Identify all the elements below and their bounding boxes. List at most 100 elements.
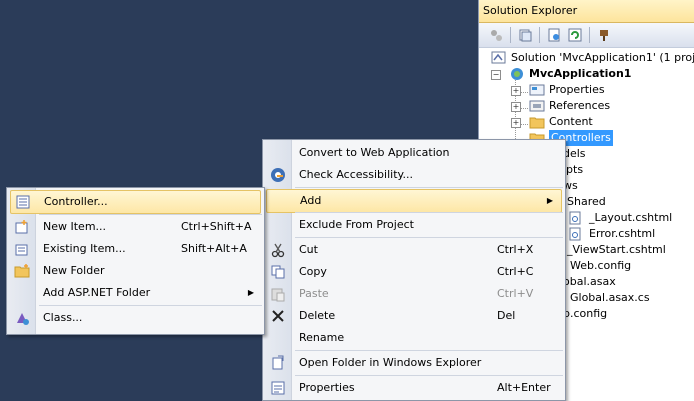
tree-node-label: Content: [549, 115, 593, 128]
menu-item-label: Paste: [299, 287, 329, 300]
expand-toggle[interactable]: +: [511, 118, 521, 128]
menu-item-label: Add ASP.NET Folder: [43, 286, 151, 299]
solution-icon: [491, 51, 507, 65]
new-folder-icon: [14, 263, 30, 279]
menu-item-label: New Item...: [43, 220, 107, 233]
menu-item-shortcut: Shift+Alt+A: [181, 242, 247, 255]
submenu-item-new-item[interactable]: New Item... Ctrl+Shift+A: [9, 216, 262, 238]
tree-node-label: Web.config: [570, 259, 632, 272]
copy-icon: [270, 264, 286, 280]
tree-node-label: References: [549, 99, 611, 112]
tree-node-global-asax-cs[interactable]: Global.asax.cs: [570, 290, 650, 306]
tree-node-global-asax[interactable]: obal.asax: [563, 274, 616, 290]
menu-item-shortcut: Del: [497, 309, 516, 322]
menu-item-convert[interactable]: Convert to Web Application: [265, 142, 563, 164]
menu-item-paste[interactable]: Paste Ctrl+V: [265, 283, 563, 305]
menu-item-exclude[interactable]: Exclude From Project: [265, 214, 563, 236]
tree-node-references[interactable]: References: [529, 98, 610, 114]
properties-icon[interactable]: [487, 26, 505, 44]
tree-node-models[interactable]: dels: [563, 146, 586, 162]
view-code-icon[interactable]: [545, 26, 563, 44]
submenu-item-existing-item[interactable]: Existing Item... Shift+Alt+A: [9, 238, 262, 260]
submenu-arrow-icon: ▶: [546, 196, 553, 205]
tree-node-project[interactable]: MvcApplication1: [509, 66, 631, 82]
tree-node-label: _ViewStart.cshtml: [567, 243, 666, 256]
tree-node-viewstart[interactable]: _ViewStart.cshtml: [567, 242, 666, 258]
tree-node-properties[interactable]: Properties: [529, 82, 605, 98]
menu-item-label: Class...: [43, 311, 83, 324]
show-all-files-icon[interactable]: [516, 26, 534, 44]
menu-item-shortcut: Ctrl+X: [497, 243, 534, 256]
cshtml-icon: [569, 211, 585, 225]
refresh-icon[interactable]: [566, 26, 584, 44]
tree-node-label: b.config: [563, 307, 608, 320]
toolbar-separator: [539, 27, 540, 43]
collapse-toggle[interactable]: −: [491, 70, 501, 80]
menu-item-rename[interactable]: Rename: [265, 327, 563, 349]
accessibility-icon: [270, 167, 286, 183]
submenu-item-class[interactable]: Class...: [9, 307, 262, 329]
menu-separator: [295, 350, 563, 351]
expand-toggle[interactable]: +: [511, 86, 521, 96]
new-item-icon: [14, 219, 30, 235]
cshtml-icon: [569, 227, 585, 241]
menu-item-label: Add: [300, 194, 322, 207]
menu-item-open-folder[interactable]: Open Folder in Windows Explorer: [265, 352, 563, 374]
properties-folder-icon: [529, 83, 545, 97]
menu-item-label: Controller...: [44, 195, 108, 208]
menu-item-copy[interactable]: Copy Ctrl+C: [265, 261, 563, 283]
menu-item-label: Copy: [299, 265, 327, 278]
tree-node-shared[interactable]: Shared: [567, 194, 606, 210]
controller-icon: [15, 194, 31, 210]
tree-node-label: dels: [563, 147, 586, 160]
menu-item-shortcut: Alt+Enter: [497, 381, 551, 394]
class-view-icon[interactable]: [595, 26, 613, 44]
tree-node-label: Shared: [567, 195, 606, 208]
tree-node-webconfig[interactable]: Web.config: [570, 258, 631, 274]
menu-item-add[interactable]: Add ▶: [266, 189, 562, 213]
tree-node-label: ipts: [563, 163, 584, 176]
submenu-item-new-folder[interactable]: New Folder: [9, 260, 262, 282]
expand-toggle[interactable]: +: [511, 102, 521, 112]
context-menu: Convert to Web Application Check Accessi…: [262, 139, 566, 401]
tree-node-label: Solution 'MvcApplication1' (1 project): [511, 51, 694, 64]
toolbar-separator: [510, 27, 511, 43]
menu-separator: [295, 187, 563, 188]
tree-node-content[interactable]: Content: [529, 114, 593, 130]
menu-item-shortcut: Ctrl+C: [497, 265, 534, 278]
class-icon: [14, 310, 30, 326]
menu-separator: [39, 305, 262, 306]
tree-node-label: Error.cshtml: [589, 227, 656, 240]
menu-separator: [295, 375, 563, 376]
menu-item-shortcut: Ctrl+Shift+A: [181, 220, 252, 233]
menu-item-properties[interactable]: Properties Alt+Enter: [265, 377, 563, 399]
tree-node-layout[interactable]: _Layout.cshtml: [569, 210, 672, 226]
menu-item-label: Open Folder in Windows Explorer: [299, 356, 482, 369]
tree-node-solution[interactable]: Solution 'MvcApplication1' (1 project): [491, 50, 694, 66]
properties-icon: [270, 380, 286, 396]
menu-item-cut[interactable]: Cut Ctrl+X: [265, 239, 563, 261]
tree-node-scripts[interactable]: ipts: [563, 162, 583, 178]
menu-separator: [295, 237, 563, 238]
paste-icon: [270, 286, 286, 302]
menu-separator: [39, 214, 262, 215]
project-icon: [509, 67, 525, 81]
submenu-item-controller[interactable]: Controller...: [10, 190, 261, 214]
tree-node-label: MvcApplication1: [529, 67, 632, 80]
folder-icon: [529, 115, 545, 129]
submenu-arrow-icon: ▶: [247, 288, 254, 297]
toolbar-separator: [589, 27, 590, 43]
menu-item-check-accessibility[interactable]: Check Accessibility...: [265, 164, 563, 186]
menu-item-label: Convert to Web Application: [299, 146, 450, 159]
menu-item-label: Properties: [299, 381, 355, 394]
tree-node-root-webconfig[interactable]: b.config: [563, 306, 607, 322]
submenu-item-add-aspnet-folder[interactable]: Add ASP.NET Folder ▶: [9, 282, 262, 304]
tree-node-label: obal.asax: [563, 275, 616, 288]
tree-node-error[interactable]: Error.cshtml: [569, 226, 655, 242]
menu-item-delete[interactable]: Delete Del: [265, 305, 563, 327]
menu-separator: [295, 212, 563, 213]
menu-item-label: New Folder: [43, 264, 105, 277]
tree-node-label: _Layout.cshtml: [589, 211, 673, 224]
solution-explorer-toolbar: [479, 23, 694, 48]
delete-x-icon: [270, 308, 286, 324]
